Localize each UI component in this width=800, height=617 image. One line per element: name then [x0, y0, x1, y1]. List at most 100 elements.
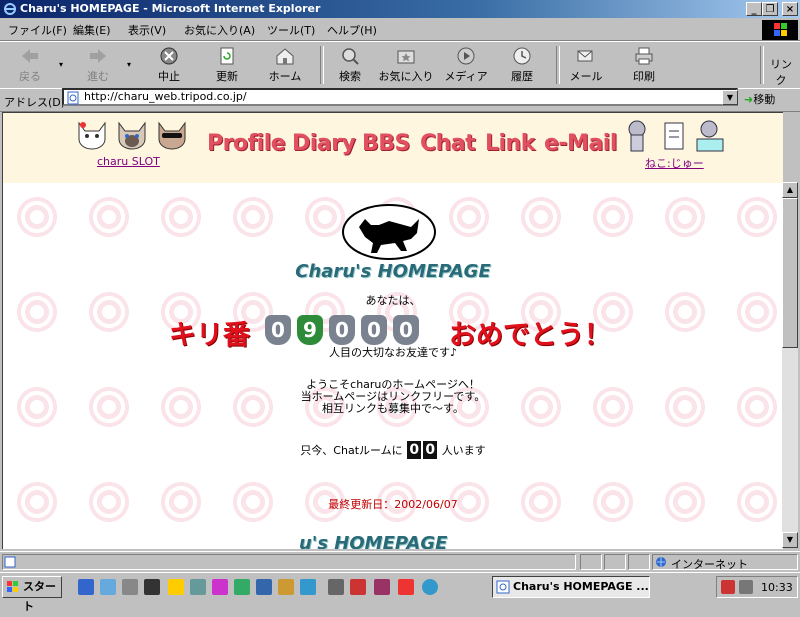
menu-help[interactable]: ヘルプ(H) — [327, 22, 377, 38]
mail-button[interactable]: メール — [566, 44, 606, 86]
menu-file[interactable]: ファイル(F) — [8, 22, 67, 38]
go-arrow-icon: ➜ — [744, 93, 754, 106]
go-button[interactable]: ➜移動 — [744, 91, 775, 107]
nav-bbs[interactable]: BBS — [362, 131, 410, 156]
media-icon — [457, 47, 475, 65]
last-updated: 最終更新日：2002/06/07 — [328, 498, 458, 511]
kiriban-banner: キリ番 0 9 0 0 0 おめでとう！ — [169, 313, 629, 351]
menu-favorites[interactable]: お気に入り(A) — [184, 22, 255, 38]
quicklaunch-outlook-icon[interactable] — [100, 579, 116, 595]
internet-globe-icon — [656, 557, 666, 567]
friend-line: 人目の大切なお友達です♪ — [328, 346, 458, 359]
search-button[interactable]: 検索 — [330, 44, 370, 86]
mail-icon — [577, 50, 593, 62]
sunglasses-cat-icon[interactable] — [155, 119, 189, 151]
scroll-down-button[interactable]: ▼ — [782, 532, 798, 548]
menu-view[interactable]: 表示(V) — [128, 22, 166, 38]
quicklaunch-word-icon[interactable] — [256, 579, 272, 595]
quicklaunch-app-icon[interactable] — [144, 579, 160, 595]
tray-icon[interactable] — [721, 580, 735, 594]
home-icon — [276, 48, 294, 65]
clock[interactable]: 10:33 — [761, 581, 793, 594]
printer-icon — [635, 47, 653, 65]
minimize-button[interactable]: _ — [746, 2, 762, 16]
neko-ju-link[interactable]: ねこ:じゅー — [645, 155, 704, 171]
site-header: charu SLOT Profile Diary BBS Chat Link e… — [3, 113, 783, 183]
start-button[interactable]: スタート — [2, 576, 62, 613]
quicklaunch-app-icon[interactable] — [300, 579, 316, 595]
quicklaunch-desktop-icon[interactable] — [122, 579, 138, 595]
vertical-scrollbar[interactable]: ▲ ▼ — [782, 182, 798, 548]
welcome-line: 相互リンクも募集中で〜す。 — [322, 402, 464, 415]
quicklaunch-ie-icon[interactable] — [78, 579, 94, 595]
quicklaunch-app-icon[interactable] — [422, 579, 438, 595]
scroll-up-button[interactable]: ▲ — [782, 182, 798, 198]
quicklaunch-app-icon[interactable] — [278, 579, 294, 595]
kiriban-digit: 0 — [393, 315, 419, 345]
address-url: http://charu_web.tripod.co.jp/ — [84, 90, 247, 103]
search-icon — [342, 48, 359, 65]
favorites-button[interactable]: お気に入り — [378, 44, 434, 86]
history-button[interactable]: 履歴 — [500, 44, 544, 86]
nav-diary[interactable]: Diary — [292, 131, 356, 156]
back-button[interactable]: 戻る — [10, 44, 50, 86]
menu-edit[interactable]: 編集(E) — [73, 22, 111, 38]
back-arrow-icon — [22, 49, 38, 63]
quicklaunch-app-icon[interactable] — [350, 579, 366, 595]
zone-label: インターネット — [671, 558, 748, 571]
quicklaunch-app-icon[interactable] — [212, 579, 228, 595]
you-are-text: あなたは、 — [365, 294, 421, 307]
media-button[interactable]: メディア — [444, 44, 488, 86]
chat-counter-digit: 0 — [423, 441, 438, 459]
chat-counter-digit: 0 — [407, 441, 422, 459]
charu-slot-link[interactable]: charu SLOT — [97, 155, 160, 168]
ie-task-icon — [496, 580, 510, 594]
system-tray: 10:33 — [716, 576, 798, 598]
close-button[interactable]: × — [782, 2, 798, 16]
page-content: charu SLOT Profile Diary BBS Chat Link e… — [2, 112, 783, 549]
title-bar[interactable]: Charu's HOMEPAGE - Microsoft Internet Ex… — [0, 0, 800, 18]
mouse-characters-icon[interactable] — [625, 117, 729, 157]
windows-flag-icon — [7, 581, 18, 592]
siamese-cat-icon[interactable] — [115, 119, 149, 151]
menu-tools[interactable]: ツール(T) — [267, 22, 315, 38]
nav-chat[interactable]: Chat — [420, 131, 476, 156]
volume-icon[interactable] — [739, 580, 753, 594]
favorites-folder-icon — [397, 50, 415, 64]
kiriban-digit: 0 — [265, 315, 291, 345]
task-button-ie[interactable]: Charu's HOMEPAGE ... — [492, 576, 650, 598]
home-button[interactable]: ホーム — [264, 44, 306, 86]
kiriban-digit: 9 — [297, 315, 323, 345]
window-title: Charu's HOMEPAGE - Microsoft Internet Ex… — [20, 2, 321, 15]
kiriban-digit: 0 — [361, 315, 387, 345]
nav-email[interactable]: e-Mail — [544, 131, 617, 156]
nav-link[interactable]: Link — [485, 131, 535, 156]
scroll-thumb[interactable] — [782, 198, 798, 348]
chat-suffix: 人います — [441, 444, 486, 457]
quicklaunch-app-icon[interactable] — [190, 579, 206, 595]
ie-icon — [4, 3, 16, 15]
chat-status: 只今、Chatルームに 00 人います — [3, 441, 783, 459]
quicklaunch-excel-icon[interactable] — [234, 579, 250, 595]
nav-profile[interactable]: Profile — [207, 131, 286, 156]
page-icon — [67, 91, 79, 105]
refresh-button[interactable]: 更新 — [206, 44, 248, 86]
status-pane — [580, 554, 602, 570]
toolbar-separator — [320, 46, 324, 84]
address-dropdown[interactable]: ▼ — [722, 90, 738, 105]
restore-button[interactable]: ❐ — [762, 2, 778, 16]
white-cat-icon[interactable] — [75, 119, 109, 151]
quicklaunch-app-icon[interactable] — [398, 579, 414, 595]
stop-button[interactable]: 中止 — [148, 44, 190, 86]
forward-button[interactable]: 進む — [78, 44, 118, 86]
toolbar-separator — [556, 46, 560, 84]
logo-text: Charu's HOMEPAGE — [295, 261, 491, 282]
refresh-icon — [220, 47, 234, 65]
address-input[interactable]: http://charu_web.tripod.co.jp/ — [62, 88, 738, 106]
history-icon — [513, 47, 531, 65]
quicklaunch-media-icon[interactable] — [168, 579, 184, 595]
menu-bar: ファイル(F) 編集(E) 表示(V) お気に入り(A) ツール(T) ヘルプ(… — [0, 18, 800, 41]
print-button[interactable]: 印刷 — [624, 44, 664, 86]
quicklaunch-app-icon[interactable] — [328, 579, 344, 595]
quicklaunch-app-icon[interactable] — [374, 579, 390, 595]
